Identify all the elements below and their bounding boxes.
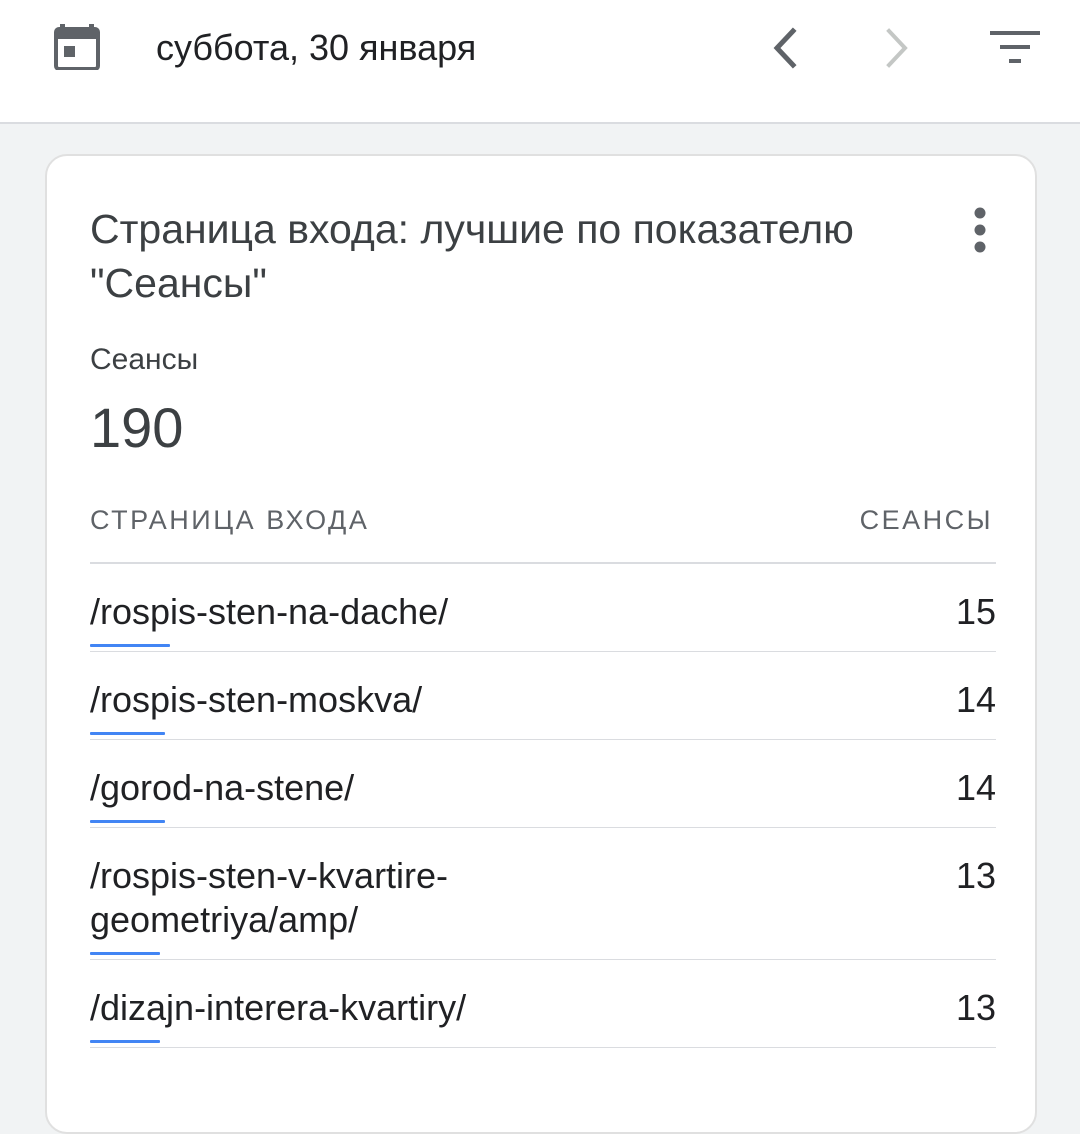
table-row[interactable]: /gorod-na-stene/ 14 <box>90 740 996 828</box>
metric-value: 190 <box>90 396 184 459</box>
row-share-bar <box>90 644 170 647</box>
table-row[interactable]: /rospis-sten-moskva/ 14 <box>90 652 996 740</box>
row-page-path: /dizajn-interera-kvartiry/ <box>90 987 467 1028</box>
more-vert-icon[interactable] <box>965 206 995 258</box>
row-sessions-value: 15 <box>955 591 996 632</box>
column-header-page: СТРАНИЦА ВХОДА <box>90 505 370 535</box>
row-page-path: /gorod-na-stene/ <box>90 767 355 808</box>
entry-page-card: Страница входа: лучшие по показателю "Се… <box>45 154 1037 1134</box>
filter-icon[interactable] <box>988 28 1042 68</box>
row-share-bar <box>90 820 166 823</box>
chevron-right-icon[interactable] <box>876 26 916 70</box>
table-row[interactable]: /rospis-sten-v-kvartire-geometriya/amp/ … <box>90 828 996 960</box>
row-sessions-value: 13 <box>955 855 996 896</box>
row-page-path: /rospis-sten-na-dache/ <box>90 591 449 632</box>
table-row[interactable]: /rospis-sten-na-dache/ 15 <box>90 564 996 652</box>
row-sessions-value: 14 <box>955 679 996 720</box>
row-sessions-value: 13 <box>955 987 996 1028</box>
table-row[interactable]: /dizajn-interera-kvartiry/ 13 <box>90 960 996 1048</box>
date-label[interactable]: суббота, 30 января <box>156 26 476 70</box>
metric-label: Сеансы <box>90 343 199 376</box>
chevron-left-icon[interactable] <box>766 26 806 70</box>
calendar-icon[interactable] <box>54 24 100 71</box>
row-share-bar <box>90 732 166 735</box>
table-body: /rospis-sten-na-dache/ 15 /rospis-sten-m… <box>90 564 996 1048</box>
column-header-sessions: СЕАНСЫ <box>859 505 993 535</box>
row-sessions-value: 14 <box>955 767 996 808</box>
card-title: Страница входа: лучшие по показателю "Се… <box>90 206 854 306</box>
row-share-bar <box>90 952 160 955</box>
row-page-path: /rospis-sten-v-kvartire-geometriya/amp/ <box>90 855 449 940</box>
row-page-path: /rospis-sten-moskva/ <box>90 679 423 720</box>
row-share-bar <box>90 1040 160 1043</box>
top-app-bar: суббота, 30 января <box>0 0 1080 124</box>
